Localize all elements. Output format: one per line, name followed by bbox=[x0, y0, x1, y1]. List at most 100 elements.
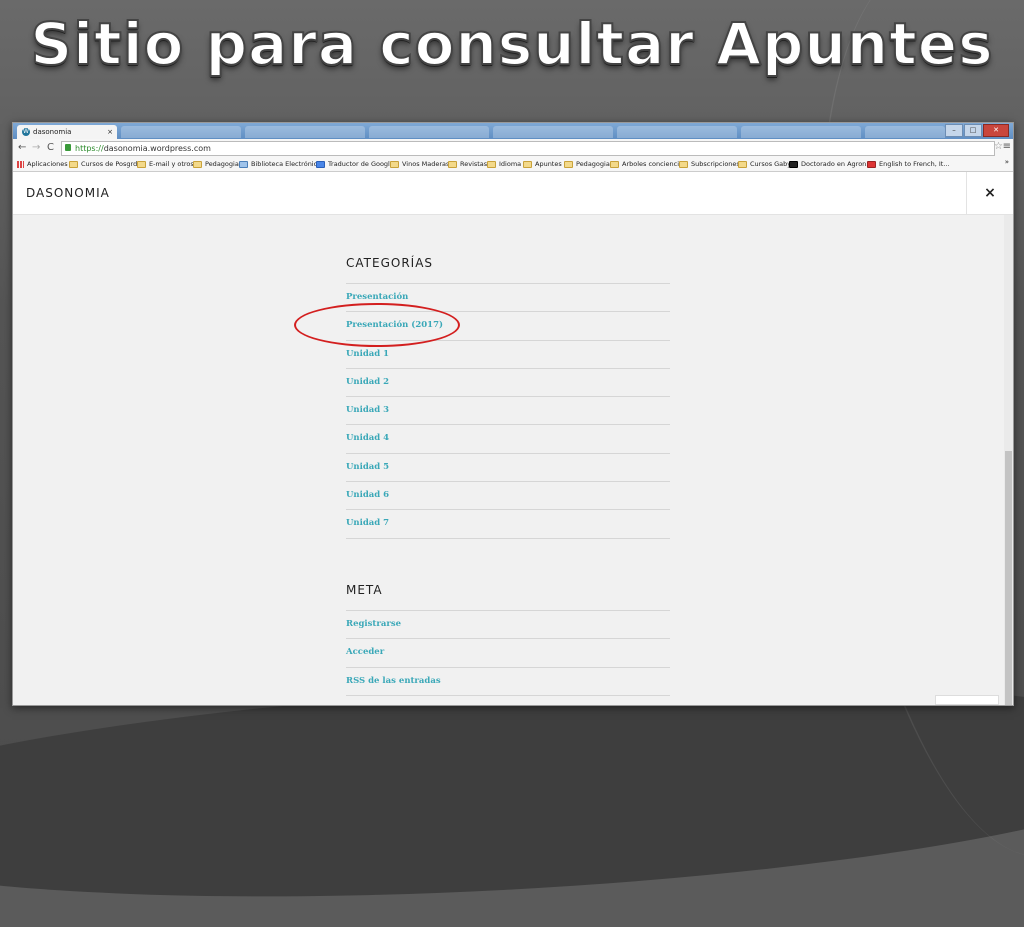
tab-dasonomia[interactable]: W dasonomia × bbox=[17, 125, 117, 139]
bookmark-label: Revistas bbox=[460, 160, 488, 168]
meta-link[interactable]: Acceder bbox=[346, 647, 384, 657]
bookmark-label: Subscripciones bbox=[691, 160, 740, 168]
folder-icon bbox=[448, 160, 457, 168]
tab-strip: W dasonomia × – □ ✕ bbox=[13, 123, 1013, 139]
bookmark-item[interactable]: Cursos de Posgrdo bbox=[69, 159, 141, 169]
page-icon bbox=[239, 160, 248, 168]
list-item: Unidad 4 bbox=[346, 424, 670, 452]
bookmark-item[interactable]: Doctorado en Agron... bbox=[789, 159, 873, 169]
list-item: Unidad 3 bbox=[346, 396, 670, 424]
meta-link[interactable]: Registrarse bbox=[346, 619, 401, 629]
bookmark-item[interactable]: English to French, It... bbox=[867, 159, 950, 169]
bookmark-label: Pedagogia bbox=[576, 160, 610, 168]
category-link[interactable]: Unidad 2 bbox=[346, 377, 389, 387]
wordpress-icon: W bbox=[22, 128, 30, 136]
browser-toolbar: ← → C https://dasonomia.wordpress.com ☆ … bbox=[13, 139, 1013, 158]
close-menu-button[interactable]: × bbox=[966, 172, 1013, 214]
bookmark-item[interactable]: Traductor de Google bbox=[316, 159, 394, 169]
category-link[interactable]: Presentación bbox=[346, 292, 408, 302]
tab-close-icon[interactable]: × bbox=[107, 125, 113, 139]
window-controls: – □ ✕ bbox=[945, 124, 1009, 137]
browser-window: W dasonomia × – □ ✕ ← → C https://dasono… bbox=[12, 122, 1014, 706]
address-bar[interactable]: https://dasonomia.wordpress.com bbox=[61, 141, 995, 156]
lock-icon bbox=[65, 144, 71, 151]
tab-background[interactable] bbox=[617, 126, 737, 138]
category-link[interactable]: Unidad 3 bbox=[346, 405, 389, 415]
address-host: dasonomia.wordpress.com bbox=[103, 144, 211, 153]
bookmark-label: Doctorado en Agron... bbox=[801, 160, 873, 168]
doc-icon bbox=[789, 160, 798, 168]
corner-widget bbox=[935, 695, 999, 705]
back-button[interactable]: ← bbox=[18, 142, 26, 154]
bookmark-label: Biblioteca Electrónic... bbox=[251, 160, 324, 168]
bookmark-item[interactable]: Vinos Maderas bbox=[390, 159, 449, 169]
address-scheme: https:// bbox=[75, 144, 104, 153]
folder-icon bbox=[564, 160, 573, 168]
browser-menu-icon[interactable]: ≡ bbox=[1003, 141, 1011, 153]
tab-background[interactable] bbox=[369, 126, 489, 138]
address-url: https://dasonomia.wordpress.com bbox=[75, 142, 211, 155]
bookmarks-more-icon[interactable]: » bbox=[1005, 158, 1009, 166]
list-item: RSS de las entradas bbox=[346, 666, 670, 696]
folder-icon bbox=[679, 160, 688, 168]
bookmark-item[interactable]: E-mail y otros bbox=[137, 159, 194, 169]
bookmark-label: Cursos Gaby bbox=[750, 160, 792, 168]
bookmark-label: English to French, It... bbox=[879, 160, 950, 168]
maximize-button[interactable]: □ bbox=[964, 124, 982, 137]
tab-background[interactable] bbox=[865, 126, 945, 138]
meta-list: Registrarse Acceder RSS de las entradas bbox=[346, 610, 670, 696]
minimize-button[interactable]: – bbox=[945, 124, 963, 137]
bookmark-label: Cursos de Posgrdo bbox=[81, 160, 142, 168]
list-item: Unidad 2 bbox=[346, 367, 670, 396]
folder-icon bbox=[523, 160, 532, 168]
scrollbar-thumb[interactable] bbox=[1005, 451, 1012, 705]
bookmark-item[interactable]: Arboles conciencia bbox=[610, 159, 683, 169]
bookmark-item[interactable]: Pedagogia bbox=[193, 159, 239, 169]
tab-background[interactable] bbox=[741, 126, 861, 138]
bookmark-apps[interactable]: Aplicaciones bbox=[17, 159, 68, 169]
bookmark-item[interactable]: Subscripciones bbox=[679, 159, 740, 169]
bookmark-label: Vinos Maderas bbox=[402, 160, 450, 168]
folder-icon bbox=[193, 160, 202, 168]
category-link[interactable]: Unidad 7 bbox=[346, 518, 389, 528]
bookmark-label: E-mail y otros bbox=[149, 160, 194, 168]
apps-grid-icon bbox=[17, 160, 24, 168]
meta-link[interactable]: RSS de las entradas bbox=[346, 676, 441, 686]
bookmark-item[interactable]: Apuntes bbox=[523, 159, 562, 169]
folder-icon bbox=[390, 160, 399, 168]
bookmarks-bar: Aplicaciones Cursos de Posgrdo E-mail y … bbox=[13, 157, 1013, 172]
list-item: Unidad 5 bbox=[346, 452, 670, 481]
bookmark-label: Apuntes bbox=[535, 160, 562, 168]
folder-icon bbox=[137, 160, 146, 168]
bookmark-item[interactable]: Revistas bbox=[448, 159, 487, 169]
bookmark-item[interactable]: Idioma bbox=[487, 159, 521, 169]
folder-icon bbox=[69, 160, 78, 168]
forward-button[interactable]: → bbox=[32, 142, 40, 154]
tab-title: dasonomia bbox=[33, 128, 72, 136]
bookmark-item[interactable]: Biblioteca Electrónic... bbox=[239, 159, 323, 169]
list-item: Acceder bbox=[346, 638, 670, 666]
reload-button[interactable]: C bbox=[47, 142, 54, 154]
bookmark-item[interactable]: Cursos Gaby bbox=[738, 159, 791, 169]
bookmark-label: Idioma bbox=[499, 160, 522, 168]
category-link[interactable]: Unidad 5 bbox=[346, 462, 389, 472]
category-link[interactable]: Unidad 1 bbox=[346, 349, 389, 359]
window-close-button[interactable]: ✕ bbox=[983, 124, 1009, 137]
translate-icon bbox=[316, 160, 325, 168]
category-link[interactable]: Unidad 6 bbox=[346, 490, 389, 500]
bookmark-label: Arboles conciencia bbox=[622, 160, 684, 168]
bookmark-item[interactable]: Pedagogia bbox=[564, 159, 610, 169]
list-item: Registrarse bbox=[346, 610, 670, 638]
folder-icon bbox=[487, 160, 496, 168]
site-header: DASONOMIA × bbox=[13, 172, 1013, 215]
tab-background[interactable] bbox=[121, 126, 241, 138]
tab-background[interactable] bbox=[493, 126, 613, 138]
category-link[interactable]: Unidad 4 bbox=[346, 433, 389, 443]
tab-background[interactable] bbox=[245, 126, 365, 138]
site-title[interactable]: DASONOMIA bbox=[26, 186, 110, 200]
meta-title: META bbox=[346, 583, 383, 597]
page-scrollbar[interactable] bbox=[1004, 215, 1013, 705]
list-item: Unidad 7 bbox=[346, 509, 670, 539]
list-item: Unidad 6 bbox=[346, 481, 670, 509]
bookmark-label: Aplicaciones bbox=[27, 160, 68, 168]
